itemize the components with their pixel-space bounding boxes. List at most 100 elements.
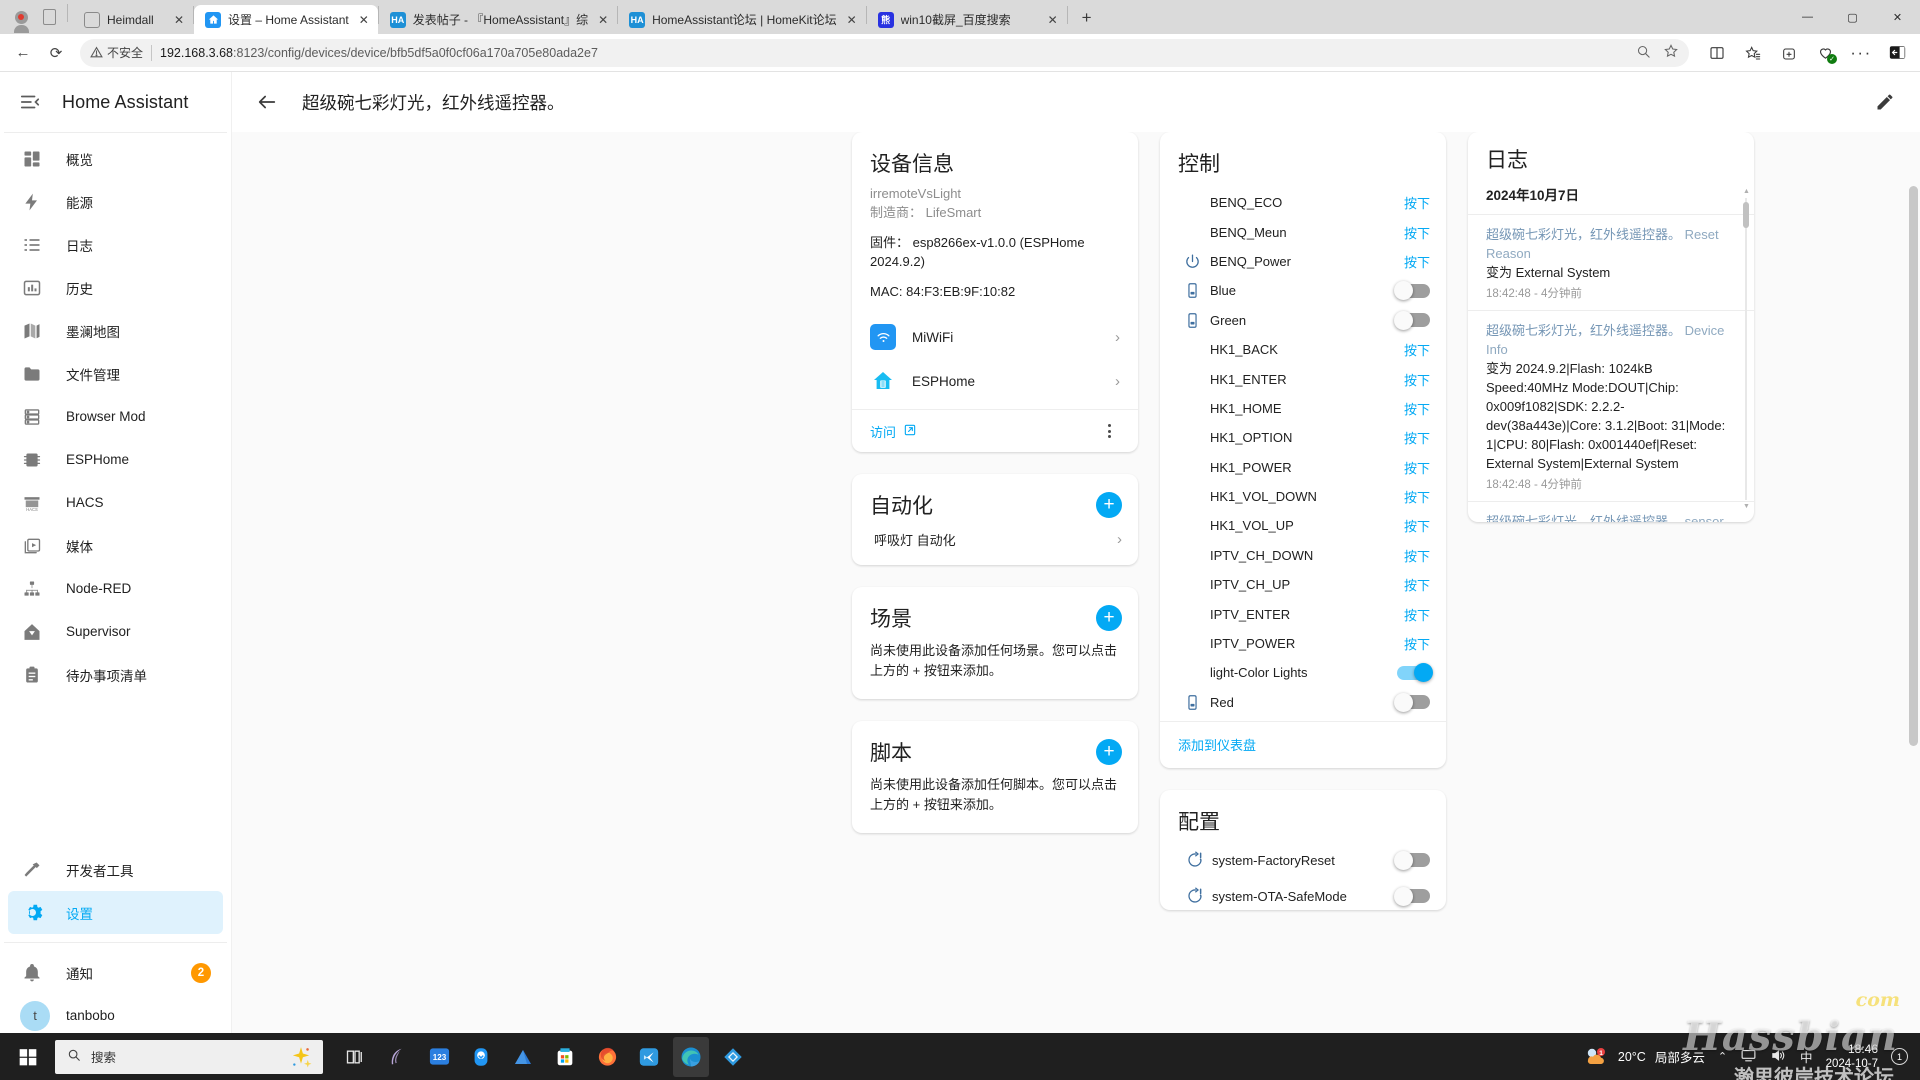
automation-item[interactable]: 呼吸灯 自动化 › xyxy=(852,526,1138,565)
visit-device-link[interactable]: 访问 xyxy=(870,422,917,441)
press-button[interactable]: 按下 xyxy=(1404,546,1430,565)
search-input[interactable]: 搜索 xyxy=(55,1039,323,1074)
entity-row-green[interactable]: Green xyxy=(1160,306,1446,335)
entity-row-red[interactable]: Red xyxy=(1160,688,1446,717)
entity-row-hk1-option[interactable]: HK1_OPTION 按下 xyxy=(1160,423,1446,452)
entity-row-iptv-power[interactable]: IPTV_POWER 按下 xyxy=(1160,629,1446,658)
logbook-entry[interactable]: 超级碗七彩灯光，红外线遥控器。 Reset Reason 变为 External… xyxy=(1468,214,1754,310)
press-button[interactable]: 按下 xyxy=(1404,516,1430,535)
copilot-tab-icon[interactable] xyxy=(36,4,62,30)
sidebar-item-file-manager[interactable]: 文件管理 xyxy=(8,352,223,395)
edge-icon[interactable] xyxy=(673,1036,709,1077)
microsoft-store-icon[interactable] xyxy=(547,1037,583,1077)
favorites-icon[interactable] xyxy=(1738,38,1768,68)
entity-row-light-color-lights[interactable]: light-Color Lights xyxy=(1160,658,1446,687)
window-maximize-button[interactable]: ▢ xyxy=(1830,0,1875,34)
add-to-collections-icon[interactable] xyxy=(1774,38,1804,68)
shield-blue-icon[interactable] xyxy=(463,1037,499,1077)
123-app-icon[interactable]: 123 xyxy=(421,1037,457,1077)
tab-close-icon[interactable]: ✕ xyxy=(171,12,187,28)
onedrive-icon[interactable] xyxy=(505,1037,541,1077)
kebab-menu-icon[interactable] xyxy=(1098,420,1120,442)
press-button[interactable]: 按下 xyxy=(1404,399,1430,418)
chevron-up-icon[interactable]: ⌃ xyxy=(1718,1050,1727,1063)
profile-icon[interactable] xyxy=(8,4,34,33)
device-link-esphome[interactable]: ESPHome › xyxy=(870,359,1120,403)
entity-row-blue[interactable]: Blue xyxy=(1160,276,1446,305)
entity-row-iptv-ch-up[interactable]: IPTV_CH_UP 按下 xyxy=(1160,570,1446,599)
entity-row-benq-power[interactable]: BENQ_Power 按下 xyxy=(1160,247,1446,276)
windows-icon[interactable] xyxy=(0,1033,55,1080)
diamond-app-icon[interactable] xyxy=(715,1037,751,1077)
press-button[interactable]: 按下 xyxy=(1404,193,1430,212)
entity-row-iptv-enter[interactable]: IPTV_ENTER 按下 xyxy=(1160,599,1446,628)
scroll-down-arrow-icon[interactable]: ▼ xyxy=(1743,503,1750,510)
sidebar-item-esphome[interactable]: ESPHome xyxy=(8,438,223,481)
add-script-button[interactable]: + xyxy=(1096,739,1122,765)
add-automation-button[interactable]: + xyxy=(1096,492,1122,518)
sidebar-item-notifications[interactable]: 通知 2 xyxy=(8,951,223,994)
back-button[interactable]: ← xyxy=(8,38,38,68)
tab-close-icon[interactable]: ✕ xyxy=(356,12,372,28)
reload-button[interactable]: ⟳ xyxy=(41,38,71,68)
sidebar-item-hacs[interactable]: HACS HACS xyxy=(8,481,223,524)
zoom-out-icon[interactable] xyxy=(1636,44,1651,62)
entity-row-benq-eco[interactable]: BENQ_ECO 按下 xyxy=(1160,188,1446,217)
entity-row-hk1-power[interactable]: HK1_POWER 按下 xyxy=(1160,453,1446,482)
sidebar-item-browser-mod[interactable]: Browser Mod xyxy=(8,395,223,438)
not-secure-indicator[interactable]: 不安全 xyxy=(90,44,143,61)
sidebar-item-energy[interactable]: 能源 xyxy=(8,180,223,223)
entity-toggle[interactable] xyxy=(1394,692,1430,712)
weather-widget[interactable]: 1 20°C 局部多云 xyxy=(1583,1046,1705,1068)
sidebar-item-supervisor[interactable]: Supervisor xyxy=(8,610,223,653)
press-button[interactable]: 按下 xyxy=(1404,428,1430,447)
tab-close-icon[interactable]: ✕ xyxy=(1045,12,1061,28)
entity-row-hk1-vol-up[interactable]: HK1_VOL_UP 按下 xyxy=(1160,511,1446,540)
scroll-up-arrow-icon[interactable]: ▲ xyxy=(1743,188,1750,195)
browser-tab-4[interactable]: 熊 win10截屏_百度搜索 ✕ xyxy=(867,5,1067,34)
logbook-entry[interactable]: 超级碗七彩灯光，红外线遥控器。 Device Info 变为 2024.9.2|… xyxy=(1468,310,1754,501)
sidebar-toggle-icon[interactable] xyxy=(1882,38,1912,68)
press-button[interactable]: 按下 xyxy=(1404,340,1430,359)
entity-row-benq-meun[interactable]: BENQ_Meun 按下 xyxy=(1160,217,1446,246)
press-button[interactable]: 按下 xyxy=(1404,223,1430,242)
entity-toggle[interactable] xyxy=(1394,310,1430,330)
sidebar-item-developer-tools[interactable]: 开发者工具 xyxy=(8,848,223,891)
sidebar-item-todo[interactable]: 待办事项清单 xyxy=(8,653,223,696)
feather-app-icon[interactable] xyxy=(379,1037,415,1077)
new-tab-button[interactable]: + xyxy=(1074,5,1100,31)
network-icon[interactable] xyxy=(1740,1048,1757,1066)
tab-close-icon[interactable]: ✕ xyxy=(844,12,860,28)
ime-indicator[interactable]: 中 xyxy=(1800,1047,1813,1066)
press-button[interactable]: 按下 xyxy=(1404,487,1430,506)
split-screen-icon[interactable] xyxy=(1702,38,1732,68)
bookmark-star-icon[interactable] xyxy=(1663,43,1679,62)
entity-row-iptv-ch-down[interactable]: IPTV_CH_DOWN 按下 xyxy=(1160,541,1446,570)
browser-tab-1[interactable]: 设置 – Home Assistant ✕ xyxy=(194,5,378,34)
address-bar[interactable]: 不安全 192.168.3.68:8123/config/devices/dev… xyxy=(80,38,1689,67)
logbook-entry[interactable]: 超级碗七彩灯光，红外线遥控器。 sensor-IP 变为 192.168.3.1… xyxy=(1468,501,1754,522)
press-button[interactable]: 按下 xyxy=(1404,575,1430,594)
entity-row-hk1-enter[interactable]: HK1_ENTER 按下 xyxy=(1160,364,1446,393)
page-scroll-thumb[interactable] xyxy=(1909,186,1918,746)
entity-row-hk1-vol-down[interactable]: HK1_VOL_DOWN 按下 xyxy=(1160,482,1446,511)
pencil-icon[interactable] xyxy=(1872,89,1898,115)
sidebar-item-user[interactable]: t tanbobo xyxy=(8,994,223,1037)
entity-row-hk1-home[interactable]: HK1_HOME 按下 xyxy=(1160,394,1446,423)
entity-toggle[interactable] xyxy=(1397,663,1433,683)
sidebar-item-overview[interactable]: 概览 xyxy=(8,137,223,180)
browser-tab-3[interactable]: HA HomeAssistant论坛 | HomeKit论坛 ✕ xyxy=(618,5,866,34)
logbook-scrollbar[interactable]: ▲ ▼ xyxy=(1743,188,1750,510)
add-scene-button[interactable]: + xyxy=(1096,605,1122,631)
taskbar-clock[interactable]: 18:46 2024-10-7 xyxy=(1826,1042,1878,1072)
tab-close-icon[interactable]: ✕ xyxy=(595,12,611,28)
firefox-icon[interactable] xyxy=(589,1037,625,1077)
menu-collapse-icon[interactable] xyxy=(18,90,42,114)
config-row-factory-reset[interactable]: system-FactoryReset xyxy=(1160,842,1446,878)
sidebar-item-history[interactable]: 历史 xyxy=(8,266,223,309)
sidebar-item-logbook[interactable]: 日志 xyxy=(8,223,223,266)
config-row-ota-safemode[interactable]: system-OTA-SafeMode xyxy=(1160,878,1446,910)
press-button[interactable]: 按下 xyxy=(1404,605,1430,624)
notification-center-button[interactable]: 1 xyxy=(1891,1048,1908,1065)
logbook-scroll-thumb[interactable] xyxy=(1743,202,1749,228)
